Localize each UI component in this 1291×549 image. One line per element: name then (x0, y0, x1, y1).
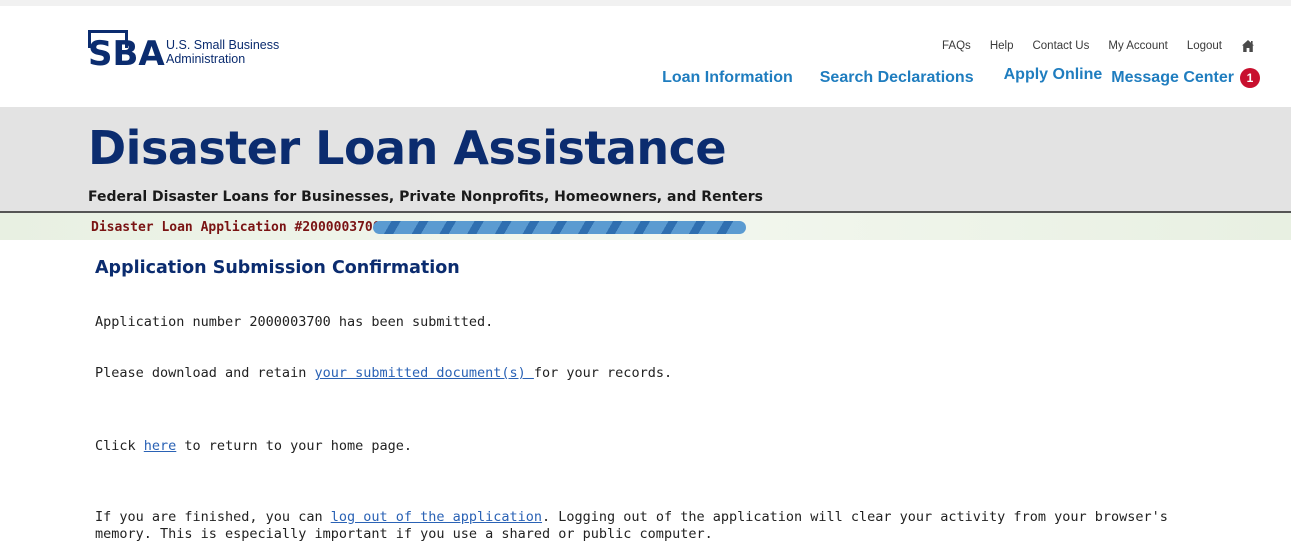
logo-letters: SBA (88, 34, 165, 74)
return-text-post: to return to your home page. (176, 438, 412, 454)
download-text-pre: Please download and retain (95, 365, 315, 381)
progress-fill (373, 221, 746, 234)
site-header: SBA U.S. Small Business Administration F… (0, 0, 1291, 107)
page-title: Application Submission Confirmation (95, 258, 460, 278)
logout-link[interactable]: Logout (1187, 40, 1222, 52)
sba-logo[interactable]: SBA U.S. Small Business Administration (88, 26, 279, 78)
download-message: Please download and retain your submitte… (95, 365, 672, 382)
title-banner: Disaster Loan Assistance Federal Disaste… (0, 107, 1291, 211)
my-account-link[interactable]: My Account (1108, 40, 1167, 52)
main-navigation: Loan Information Search Declarations App… (662, 66, 1260, 88)
utility-links: FAQs Help Contact Us My Account Logout (942, 39, 1255, 53)
logout-text-pre: If you are finished, you can (95, 509, 331, 525)
logout-application-link[interactable]: log out of the application (331, 509, 542, 525)
nav-apply-online[interactable]: Apply Online (1004, 66, 1103, 84)
return-home-message: Click here to return to your home page. (95, 438, 412, 455)
contact-us-link[interactable]: Contact Us (1032, 40, 1089, 52)
banner-title: Disaster Loan Assistance (88, 121, 727, 175)
submitted-documents-link[interactable]: your submitted document(s) (314, 365, 533, 381)
logout-text-line2: memory. This is especially important if … (95, 526, 713, 542)
return-home-link[interactable]: here (144, 438, 177, 454)
nav-message-center[interactable]: Message Center 1 (1111, 68, 1260, 88)
nav-message-center-label: Message Center (1111, 69, 1234, 87)
banner-subtitle: Federal Disaster Loans for Businesses, P… (88, 189, 763, 205)
home-icon[interactable] (1241, 39, 1255, 53)
nav-search-declarations[interactable]: Search Declarations (820, 69, 974, 87)
logout-text-post: . Logging out of the application will cl… (542, 509, 1168, 525)
submitted-message: Application number 2000003700 has been s… (95, 314, 494, 330)
logout-message: If you are finished, you can log out of … (95, 509, 1168, 543)
progress-track (373, 221, 746, 234)
download-text-post: for your records. (533, 365, 673, 381)
faqs-link[interactable]: FAQs (942, 40, 971, 52)
help-link[interactable]: Help (990, 40, 1014, 52)
nav-loan-information[interactable]: Loan Information (662, 69, 793, 87)
message-count-badge: 1 (1240, 68, 1260, 88)
application-progress-bar: Disaster Loan Application #2000003700 Pr… (0, 211, 1291, 240)
sba-logo-mark: SBA (88, 26, 186, 78)
return-text-pre: Click (95, 438, 144, 454)
